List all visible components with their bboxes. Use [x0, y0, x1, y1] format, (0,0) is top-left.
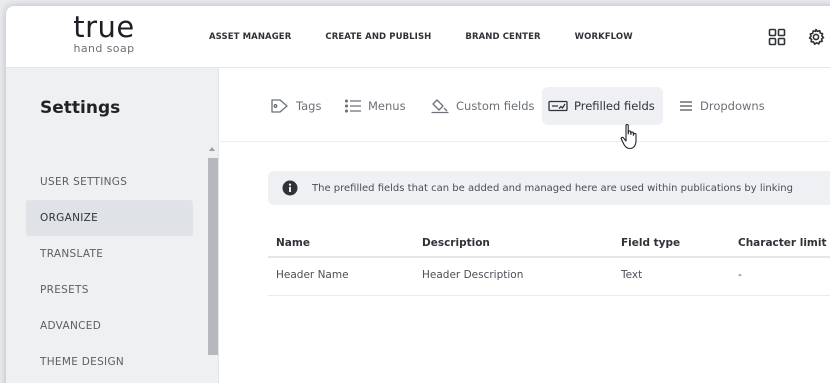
nav-create-and-publish[interactable]: CREATE AND PUBLISH — [325, 32, 431, 42]
organize-tabs: Tags Menus Custom fields Prefilled field… — [220, 68, 830, 142]
tab-label: Prefilled fields — [574, 99, 655, 113]
tab-label: Menus — [368, 99, 406, 113]
column-header-description[interactable]: Description — [422, 237, 490, 249]
info-text: The prefilled fields that can be added a… — [312, 182, 793, 194]
gear-icon[interactable] — [807, 28, 825, 46]
sidebar-item-presets[interactable]: PRESETS — [26, 272, 193, 308]
tab-label: Dropdowns — [700, 99, 765, 113]
top-bar: true hand soap ASSET MANAGER CREATE AND … — [6, 6, 830, 68]
main-content: Tags Menus Custom fields Prefilled field… — [220, 68, 830, 383]
scrollbar-thumb[interactable] — [208, 158, 218, 355]
cell-character-limit: - — [738, 269, 742, 281]
hand-cursor-icon — [620, 123, 637, 150]
tab-custom-fields[interactable]: Custom fields — [424, 87, 541, 125]
table-header: Name Description Field type Character li… — [268, 228, 830, 258]
tab-tags[interactable]: Tags — [264, 87, 327, 125]
prefilled-fields-table: Name Description Field type Character li… — [268, 228, 830, 296]
app-window: true hand soap ASSET MANAGER CREATE AND … — [6, 6, 830, 383]
sidebar-item-user-settings[interactable]: USER SETTINGS — [26, 164, 193, 200]
menu-lines-icon — [678, 99, 694, 113]
cell-name: Header Name — [276, 269, 349, 281]
tab-dropdowns[interactable]: Dropdowns — [672, 87, 771, 125]
sidebar-title: Settings — [40, 98, 121, 118]
sidebar-item-translate[interactable]: TRANSLATE — [26, 236, 193, 272]
cell-field-type: Text — [621, 269, 643, 281]
top-navigation: ASSET MANAGER CREATE AND PUBLISH BRAND C… — [209, 6, 667, 68]
brand-logo[interactable]: true hand soap — [6, 6, 202, 68]
scroll-up-arrow-icon[interactable] — [209, 147, 215, 151]
brand-tagline: hand soap — [73, 42, 135, 55]
sidebar-item-advanced[interactable]: ADVANCED — [26, 308, 193, 344]
prefilled-field-icon — [548, 99, 568, 113]
tag-icon — [270, 98, 290, 114]
sidebar-item-theme-design[interactable]: THEME DESIGN — [26, 344, 193, 380]
tab-label: Custom fields — [456, 99, 535, 113]
brand-name: true — [73, 10, 135, 44]
column-header-name[interactable]: Name — [276, 237, 310, 249]
column-header-field-type[interactable]: Field type — [621, 237, 680, 249]
sidebar-item-organize[interactable]: ORGANIZE — [26, 200, 193, 236]
list-icon — [344, 98, 362, 114]
nav-workflow[interactable]: WORKFLOW — [575, 32, 633, 42]
column-header-character-limit[interactable]: Character limit — [738, 237, 827, 249]
sidebar-menu: USER SETTINGS ORGANIZE TRANSLATE PRESETS… — [26, 164, 193, 380]
tab-label: Tags — [296, 99, 322, 113]
tab-menus[interactable]: Menus — [338, 87, 412, 125]
info-banner: The prefilled fields that can be added a… — [268, 171, 830, 205]
sidebar-scrollbar[interactable] — [207, 144, 218, 383]
custom-fields-icon — [430, 98, 450, 114]
cell-description: Header Description — [422, 269, 524, 281]
nav-brand-center[interactable]: BRAND CENTER — [465, 32, 540, 42]
tab-prefilled-fields[interactable]: Prefilled fields — [542, 87, 663, 125]
settings-sidebar: Settings USER SETTINGS ORGANIZE TRANSLAT… — [6, 68, 219, 383]
table-row[interactable]: Header Name Header Description Text - — [268, 258, 830, 296]
nav-asset-manager[interactable]: ASSET MANAGER — [209, 32, 291, 42]
apps-grid-icon[interactable] — [768, 28, 786, 46]
info-icon — [282, 180, 298, 196]
